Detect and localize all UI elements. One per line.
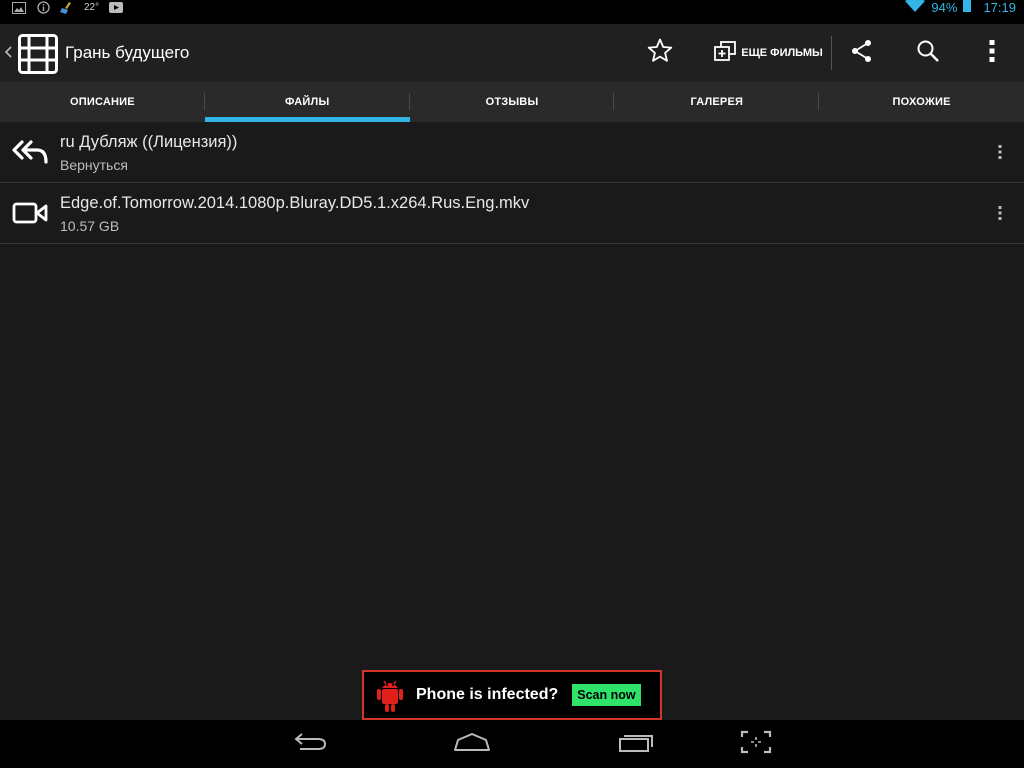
tab-label: ФАЙЛЫ — [284, 96, 330, 108]
tab-bar: ОПИСАНИЕ ФАЙЛЫ ОТЗЫВЫ ГАЛЕРЕЯ ПОХОЖИЕ — [0, 82, 1024, 122]
tab-label: ОТЗЫВЫ — [485, 96, 539, 108]
status-bar: 22° 94% 17:19 — [0, 0, 1024, 15]
tab-label: ОПИСАНИЕ — [70, 96, 135, 108]
home-icon — [453, 732, 491, 757]
screenshot-icon — [738, 729, 774, 760]
files-list: ru Дубляж ((Лицензия)) Вернуться Edge.of… — [0, 122, 1024, 720]
home-button[interactable] — [450, 730, 494, 758]
list-item-file[interactable]: Edge.of.Tomorrow.2014.1080p.Bluray.DD5.1… — [0, 183, 1024, 244]
status-bar-system: 94% 17:19 — [905, 0, 1016, 15]
search-button[interactable] — [904, 24, 952, 82]
tab-similar[interactable]: ПОХОЖИЕ — [819, 82, 1024, 122]
tab-gallery[interactable]: ГАЛЕРЕЯ — [614, 82, 820, 122]
share-icon — [850, 39, 874, 68]
scan-now-button[interactable]: Scan now — [572, 684, 641, 706]
share-button[interactable] — [838, 24, 886, 82]
overflow-menu-button[interactable] — [968, 24, 1016, 82]
film-icon[interactable] — [18, 34, 58, 74]
tab-label: ГАЛЕРЕЯ — [690, 96, 744, 108]
page-title: Грань будущего — [65, 43, 190, 62]
wifi-icon — [905, 0, 926, 17]
cleaner-icon — [60, 1, 74, 14]
file-title: ru Дубляж ((Лицензия)) — [60, 133, 238, 151]
add-library-icon — [713, 40, 737, 66]
temperature: 22° — [84, 2, 100, 13]
recent-apps-button[interactable] — [614, 730, 658, 758]
favorite-button[interactable] — [636, 24, 684, 82]
back-button[interactable] — [288, 730, 332, 758]
tab-reviews[interactable]: ОТЗЫВЫ — [410, 82, 615, 122]
file-subtitle: Вернуться — [60, 157, 128, 173]
tab-description[interactable]: ОПИСАНИЕ — [0, 82, 205, 122]
youtube-icon — [109, 2, 124, 14]
list-item-back[interactable]: ru Дубляж ((Лицензия)) Вернуться — [0, 122, 1024, 183]
recent-apps-icon — [618, 731, 654, 758]
battery-percent: 94% — [931, 0, 958, 15]
clock: 17:19 — [983, 0, 1016, 15]
image-icon — [12, 1, 26, 14]
tab-label: ПОХОЖИЕ — [892, 96, 951, 108]
item-overflow-icon[interactable] — [994, 203, 1006, 223]
ad-banner[interactable]: Phone is infected? Scan now — [362, 670, 662, 720]
more-films-label: ЕЩЕ ФИЛЬМЫ — [741, 47, 823, 59]
search-icon — [916, 39, 940, 68]
file-title: Edge.of.Tomorrow.2014.1080p.Bluray.DD5.1… — [60, 194, 530, 212]
action-divider — [831, 36, 832, 70]
action-bar: Грань будущего ЕЩЕ ФИЛЬМЫ — [0, 24, 1024, 82]
tab-files[interactable]: ФАЙЛЫ — [204, 82, 410, 122]
screenshot-button[interactable] — [734, 730, 778, 758]
ad-text: Phone is infected? — [416, 686, 559, 703]
reply-all-icon — [10, 134, 50, 170]
item-overflow-icon[interactable] — [994, 142, 1006, 162]
more-films-button[interactable]: ЕЩЕ ФИЛЬМЫ — [708, 24, 828, 82]
video-camera-icon — [10, 195, 50, 231]
overflow-menu-icon — [989, 39, 995, 67]
battery-icon — [963, 0, 972, 17]
star-icon — [647, 38, 673, 68]
up-caret-icon[interactable] — [3, 42, 13, 62]
info-icon — [36, 1, 50, 14]
navigation-bar — [0, 720, 1024, 768]
android-robot-icon — [375, 676, 405, 714]
status-bar-notifications: 22° — [12, 0, 124, 15]
file-size: 10.57 GB — [60, 218, 120, 234]
back-icon — [292, 731, 328, 758]
